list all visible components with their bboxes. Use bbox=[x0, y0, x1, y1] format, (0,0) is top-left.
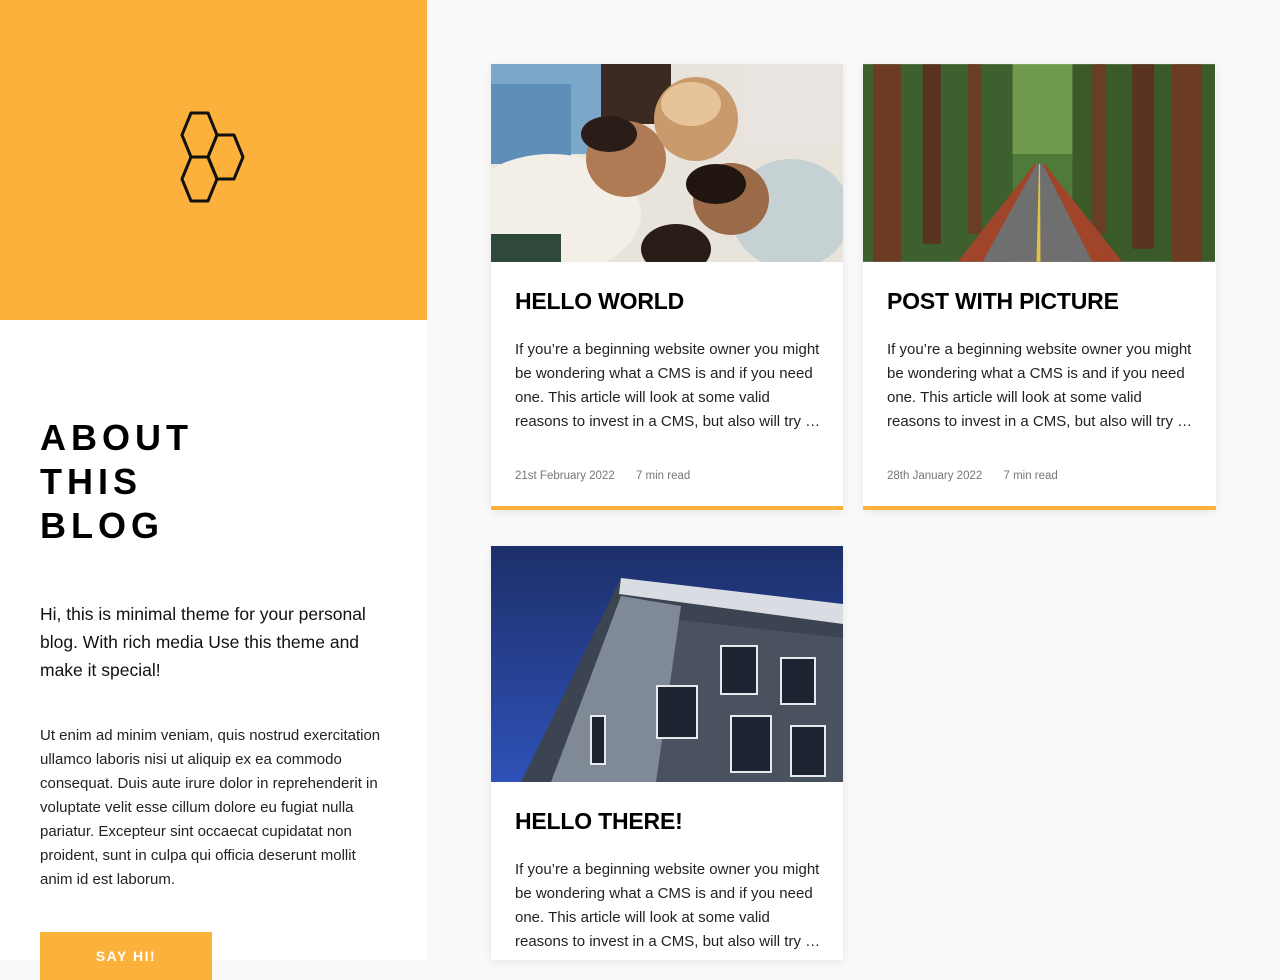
about-title-line: THIS bbox=[40, 461, 143, 502]
post-title[interactable]: HELLO THERE! bbox=[515, 808, 683, 835]
post-date: 28th January 2022 bbox=[887, 470, 983, 482]
about-title-line: ABOUT bbox=[40, 417, 193, 458]
post-read-time: 7 min read bbox=[1003, 470, 1058, 482]
post-card[interactable]: HELLO WORLD If you’re a beginning websit… bbox=[491, 64, 843, 510]
post-excerpt: If you’re a beginning website owner you … bbox=[515, 341, 821, 430]
about-title: ABOUT THIS BLOG bbox=[40, 416, 380, 548]
about-body-text: Ut enim ad minim veniam, quis nostrud ex… bbox=[40, 727, 381, 888]
sidebar: ABOUT THIS BLOG Hi, this is minimal them… bbox=[0, 0, 427, 980]
card-accent-bar bbox=[863, 506, 1216, 510]
post-image-forest-road[interactable] bbox=[863, 64, 1215, 262]
post-meta: 28th January 2022 7 min read bbox=[887, 470, 1076, 482]
post-image-building[interactable] bbox=[491, 546, 843, 782]
post-read-time: 7 min read bbox=[635, 470, 691, 482]
card-accent-bar bbox=[491, 506, 843, 510]
post-title[interactable]: POST WITH PICTURE bbox=[887, 288, 1119, 315]
about-title-line: BLOG bbox=[40, 505, 164, 546]
sidebar-header bbox=[0, 0, 427, 320]
post-card[interactable]: POST WITH PICTURE If you’re a beginning … bbox=[863, 64, 1216, 510]
post-excerpt: If you’re a beginning website owner you … bbox=[887, 341, 1193, 430]
post-title[interactable]: HELLO WORLD bbox=[515, 288, 684, 315]
post-meta: 21st February 2022 7 min read bbox=[515, 470, 708, 482]
post-card[interactable]: HELLO THERE! If you’re a beginning websi… bbox=[491, 546, 843, 960]
honeycomb-hexagons-icon[interactable] bbox=[162, 110, 264, 212]
say-hi-button[interactable]: SAY HI! bbox=[40, 932, 212, 980]
post-image-friends[interactable] bbox=[491, 64, 843, 262]
about-lead-text: Hi, this is minimal theme for your perso… bbox=[40, 604, 366, 680]
post-date: 21st February 2022 bbox=[515, 470, 615, 482]
post-excerpt: If you’re a beginning website owner you … bbox=[515, 861, 821, 950]
